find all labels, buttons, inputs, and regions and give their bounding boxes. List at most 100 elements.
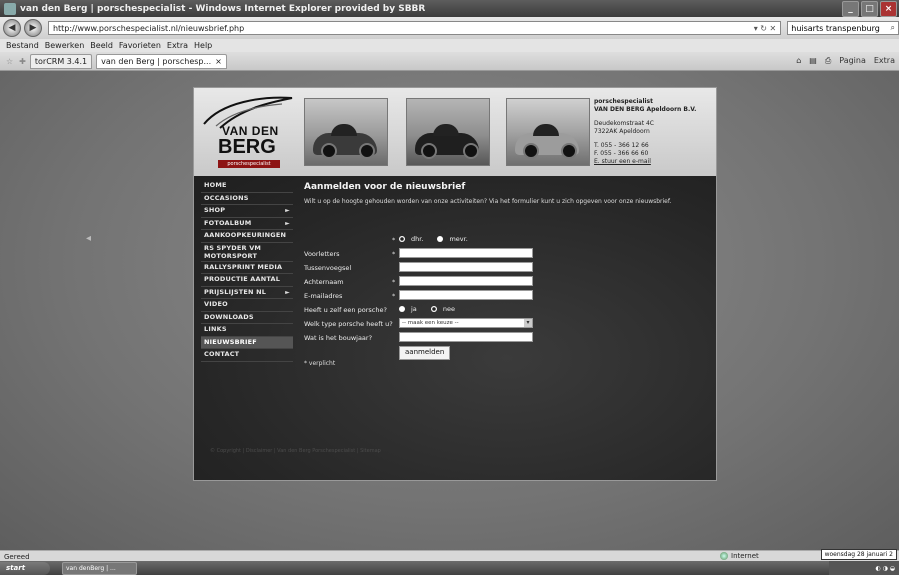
print-icon[interactable]: ⎙	[825, 56, 831, 66]
nav-item-rs-spyder[interactable]: RS SPYDER VM MOTORSPORT	[201, 243, 293, 262]
search-icon[interactable]: ⌕	[891, 23, 895, 33]
nav-label: NIEUWSBRIEF	[204, 337, 257, 346]
wheel	[463, 143, 479, 159]
aanmelden-button[interactable]: aanmelden	[399, 346, 451, 360]
header-photo-1	[304, 98, 388, 166]
refresh-stop-icons[interactable]: ▾ ↻ ✕	[754, 24, 777, 33]
favorites-star-icon[interactable]: ☆	[6, 57, 13, 66]
wheel	[561, 143, 577, 159]
company-name: VAN DEN BERG Apeldoorn B.V.	[594, 106, 697, 113]
radio-ja[interactable]: ja	[399, 305, 423, 313]
tab-porschespecialist[interactable]: van den Berg | porschesp... ×	[96, 53, 227, 69]
email-row: E-mailadres *	[304, 290, 709, 304]
site-header: VAN DEN BERG porschespecialist porschesp…	[194, 88, 716, 176]
nav-item-links[interactable]: LINKS	[201, 324, 293, 337]
close-button[interactable]: ×	[880, 1, 897, 17]
window-controls: _ □ ×	[842, 1, 897, 17]
main-content: Aanmelden voor de nieuwsbrief Wilt u op …	[304, 180, 709, 367]
nav-item-nieuwsbrief[interactable]: NIEUWSBRIEF	[201, 336, 293, 349]
salutation-row: * dhr. mevr.	[304, 234, 709, 248]
site-logo[interactable]: VAN DEN BERG porschespecialist	[202, 94, 294, 169]
address-row: ◀ ▶ http://www.porschespecialist.nl/nieu…	[0, 17, 899, 39]
email-link[interactable]: E. stuur een e-mail	[594, 158, 651, 165]
date-tooltip: woensdag 28 januari 2	[820, 549, 897, 560]
nav-label: RS SPYDER VM MOTORSPORT	[204, 243, 262, 260]
nav-item-occasions[interactable]: OCCASIONS	[201, 193, 293, 205]
nav-item-aankoopkeuringen[interactable]: AANKOOPKEURINGEN	[201, 230, 293, 243]
system-tray: ◐ ◑ ◒	[829, 561, 899, 575]
site-navigation: HOME OCCASIONS SHOP ► FOTOALBUM ► AANKOOPK…	[201, 180, 293, 362]
minimize-button[interactable]: _	[842, 1, 859, 17]
nav-item-productie-aantal[interactable]: PRODUCTIE AANTAL	[201, 274, 293, 287]
command-bar: ⌂ ▤ ⎙ Pagina Extra	[796, 56, 895, 66]
menu-item-beeld[interactable]: Beeld	[90, 41, 113, 50]
feeds-icon[interactable]: ▤	[809, 56, 817, 66]
home-icon[interactable]: ⌂	[796, 56, 801, 66]
nav-label: LINKS	[204, 325, 227, 333]
nav-label: FOTOALBUM	[204, 218, 252, 227]
tab-label: torCRM 3.4.1	[34, 56, 88, 66]
address-input[interactable]: http://www.porschespecialist.nl/nieuwsbr…	[47, 21, 782, 35]
forward-button[interactable]: ▶	[23, 19, 42, 37]
radio-mevr[interactable]: mevr.	[437, 235, 473, 243]
radio-button-icon	[430, 306, 437, 312]
email-input[interactable]	[399, 290, 533, 300]
voorletters-label: Voorletters	[304, 250, 340, 258]
radio-label: dhr.	[411, 235, 424, 243]
task-label: van denBerg | ...	[66, 564, 116, 572]
menu-item-favorieten[interactable]: Favorieten	[119, 41, 161, 50]
close-tab-icon[interactable]: ×	[215, 57, 222, 66]
voorletters-input[interactable]	[399, 248, 533, 258]
submit-row: aanmelden	[304, 346, 709, 360]
header-photo-2	[406, 98, 490, 166]
back-button[interactable]: ◀	[3, 19, 21, 37]
address-fax: F. 055 - 366 66 60	[594, 150, 649, 157]
nav-item-shop[interactable]: SHOP ►	[201, 205, 293, 218]
tray-icons[interactable]: ◐ ◑ ◒	[875, 565, 895, 572]
newsletter-form: * dhr. mevr. Voorletters * Tussenvoegsel…	[304, 234, 709, 360]
bouwjaar-label: Wat is het bouwjaar?	[304, 334, 373, 342]
page-menu[interactable]: Pagina	[839, 56, 866, 66]
maximize-button[interactable]: □	[861, 1, 878, 17]
address-city: 7322AK Apeldoorn	[594, 128, 650, 135]
taskbar-item-ie[interactable]: van denBerg | ...	[62, 561, 137, 575]
desktop-screen: van den Berg | porschespecialist - Windo…	[0, 0, 899, 575]
start-button[interactable]: start	[0, 561, 50, 575]
security-zone[interactable]: Internet	[720, 552, 759, 560]
owns-porsche-radio-group: ja nee	[399, 305, 467, 313]
porsche-type-select[interactable]: -- maak een keuze -- ▾	[399, 318, 533, 328]
add-favorites-icon[interactable]: ✚	[19, 57, 26, 66]
company-address: porschespecialist VAN DEN BERG Apeldoorn…	[594, 98, 706, 166]
tab-row: ☆ ✚ torCRM 3.4.1 van den Berg | porsches…	[0, 52, 899, 71]
nav-label: HOME	[204, 181, 227, 189]
radio-label: mevr.	[449, 235, 468, 243]
menu-item-extra[interactable]: Extra	[167, 41, 188, 50]
owns-porsche-label: Heeft u zelf een porsche?	[304, 306, 387, 314]
tussenvoegsel-input[interactable]	[399, 262, 533, 272]
radio-dhr[interactable]: dhr.	[399, 235, 429, 243]
wheel	[321, 143, 337, 159]
extra-menu[interactable]: Extra	[874, 56, 895, 66]
tab-torcrm[interactable]: torCRM 3.4.1	[29, 53, 93, 69]
radio-button-icon	[437, 236, 444, 242]
nav-item-video[interactable]: VIDEO	[201, 299, 293, 312]
menu-item-bestand[interactable]: Bestand	[6, 41, 39, 50]
nav-item-prijslijsten[interactable]: PRIJSLIJSTEN NL ►	[201, 287, 293, 299]
required-marker: *	[392, 250, 396, 258]
nav-item-downloads[interactable]: DOWNLOADS	[201, 312, 293, 324]
nav-item-contact[interactable]: CONTACT	[201, 349, 293, 362]
search-input[interactable]: huisarts transpenburg ⌕	[787, 21, 899, 35]
nav-item-home[interactable]: HOME	[201, 180, 293, 193]
website-container: VAN DEN BERG porschespecialist porschesp…	[193, 87, 717, 481]
radio-label: ja	[411, 305, 417, 313]
nav-item-fotoalbum[interactable]: FOTOALBUM ►	[201, 218, 293, 230]
tab-label: van den Berg | porschesp...	[101, 56, 212, 66]
menu-item-bewerken[interactable]: Bewerken	[45, 41, 85, 50]
menu-item-help[interactable]: Help	[194, 41, 212, 50]
radio-nee[interactable]: nee	[430, 305, 461, 313]
nav-item-rallysprint-media[interactable]: RALLYSPRINT MEDIA	[201, 262, 293, 274]
achternaam-input[interactable]	[399, 276, 533, 286]
bouwjaar-input[interactable]	[399, 332, 533, 342]
window-title: van den Berg | porschespecialist - Windo…	[20, 3, 426, 14]
voorletters-row: Voorletters *	[304, 248, 709, 262]
